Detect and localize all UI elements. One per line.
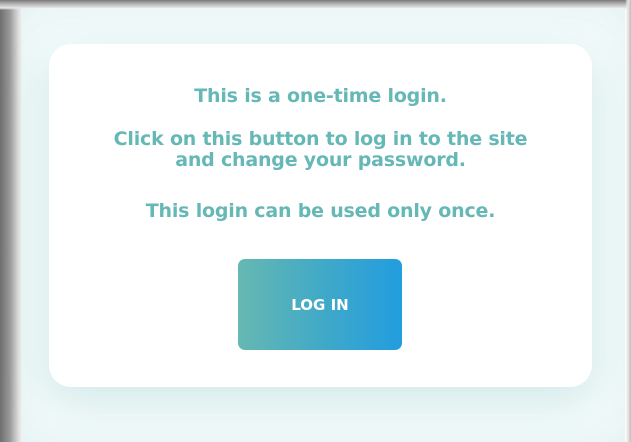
one-time-login-notice: This is a one-time login. bbox=[194, 85, 447, 107]
instructions-line-2: and change your password. bbox=[175, 149, 466, 171]
instructions-line-1: Click on this button to log in to the si… bbox=[113, 128, 528, 150]
instructions-text: Click on this button to log in to the si… bbox=[49, 129, 592, 171]
log-in-button[interactable]: LOG IN bbox=[238, 259, 402, 350]
login-card: This is a one-time login. Click on this … bbox=[49, 44, 592, 387]
single-use-notice: This login can be used only once. bbox=[145, 200, 496, 222]
window-frame-right bbox=[625, 0, 631, 442]
